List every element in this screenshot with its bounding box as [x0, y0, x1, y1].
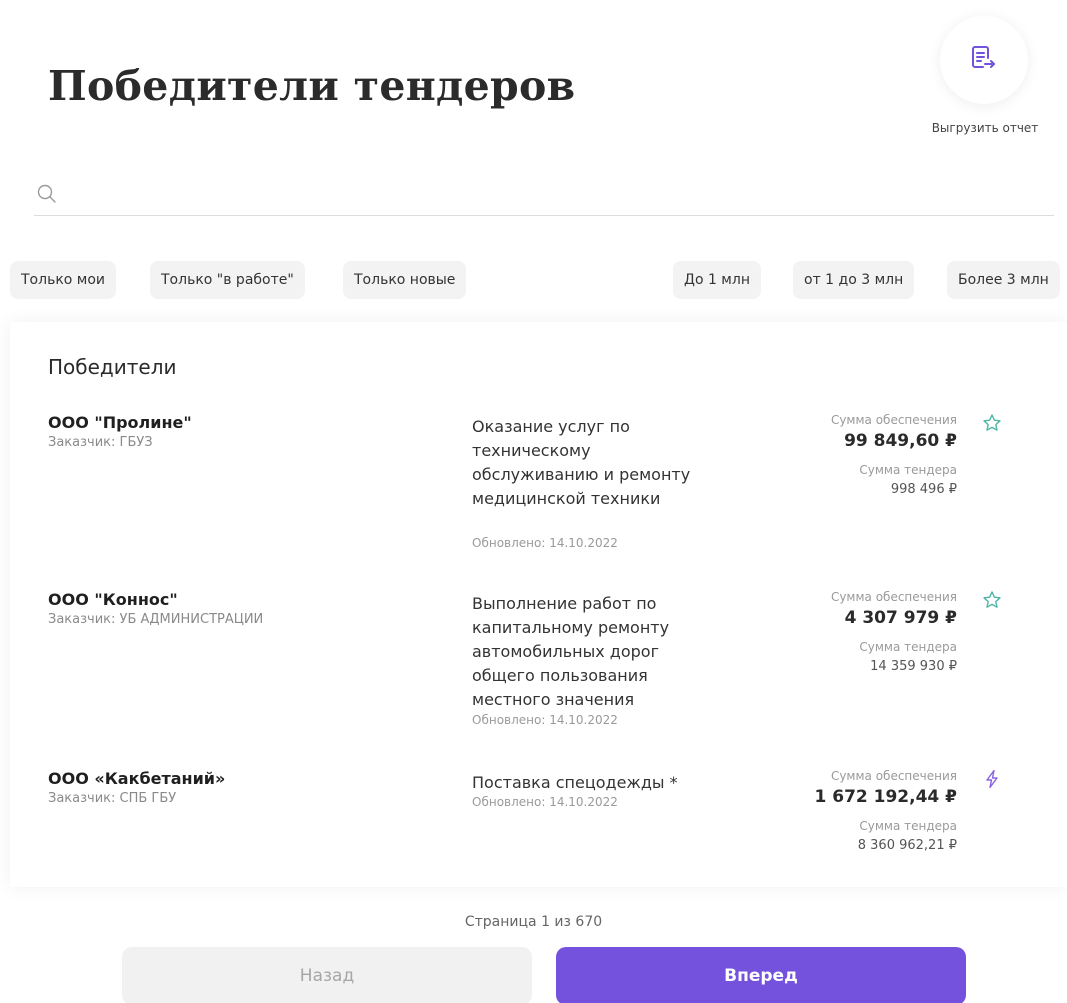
updated-date: Обновлено: 14.10.2022 — [472, 795, 618, 809]
company-name[interactable]: ООО «Какбетаний» — [48, 769, 225, 788]
tender-amount-value: 8 360 962,21 ₽ — [857, 838, 957, 853]
filter-in-progress[interactable]: Только "в работе" — [150, 261, 305, 299]
filter-only-new[interactable]: Только новые — [343, 261, 467, 299]
customer-name: Заказчик: УБ АДМИНИСТРАЦИИ — [48, 612, 264, 627]
tender-amount-label: Сумма тендера — [859, 463, 957, 477]
lightning-icon[interactable] — [982, 769, 1002, 789]
updated-date: Обновлено: 14.10.2022 — [472, 713, 618, 727]
star-icon[interactable] — [982, 413, 1002, 433]
document-export-icon — [971, 44, 997, 76]
search-input[interactable] — [70, 180, 1030, 210]
export-report-button[interactable] — [940, 16, 1028, 104]
tender-amount-label: Сумма тендера — [859, 819, 957, 833]
back-button[interactable]: Назад — [122, 947, 532, 1003]
updated-date: Обновлено: 14.10.2022 — [472, 536, 618, 550]
customer-name: Заказчик: ГБУЗ — [48, 435, 153, 450]
security-amount-label: Сумма обеспечения — [830, 769, 957, 783]
company-name[interactable]: ООО "Коннос" — [48, 590, 178, 609]
security-amount-value: 4 307 979 ₽ — [844, 608, 957, 628]
filter-only-mine[interactable]: Только мои — [10, 261, 117, 299]
filter-over-3m[interactable]: Более 3 млн — [947, 261, 1060, 299]
tender-description: Выполнение работ по капитальному ремонту… — [472, 594, 670, 709]
security-amount-label: Сумма обеспечения — [830, 590, 957, 604]
list-item[interactable]: ООО "Пролине" Заказчик: ГБУЗ Оказание ус… — [10, 413, 1067, 553]
filter-1-to-3m[interactable]: от 1 до 3 млн — [793, 261, 915, 299]
next-button[interactable]: Вперед — [556, 947, 966, 1003]
tender-description: Оказание услуг по техническому обслужива… — [472, 417, 691, 508]
security-amount-label: Сумма обеспечения — [830, 413, 957, 427]
tender-amount-value: 14 359 930 ₽ — [870, 659, 957, 674]
winners-title: Победители — [48, 355, 177, 379]
company-name[interactable]: ООО "Пролине" — [48, 413, 192, 432]
filter-up-to-1m[interactable]: До 1 млн — [673, 261, 761, 299]
list-item[interactable]: ООО "Коннос" Заказчик: УБ АДМИНИСТРАЦИИ … — [10, 590, 1067, 730]
winners-card: Победители ООО "Пролине" Заказчик: ГБУЗ … — [10, 322, 1067, 887]
page-title: Победители тендеров — [48, 62, 576, 110]
tender-description: Поставка спецодежды * — [472, 773, 678, 792]
tender-amount-value: 998 496 ₽ — [890, 482, 957, 497]
list-item[interactable]: ООО «Какбетаний» Заказчик: СПБ ГБУ Поста… — [10, 769, 1067, 879]
search-bar — [34, 180, 1054, 216]
security-amount-value: 99 849,60 ₽ — [844, 431, 957, 451]
tender-amount-label: Сумма тендера — [859, 640, 957, 654]
star-icon[interactable] — [982, 590, 1002, 610]
security-amount-value: 1 672 192,44 ₽ — [814, 787, 958, 807]
search-icon — [36, 183, 58, 209]
export-report-label[interactable]: Выгрузить отчет — [930, 120, 1040, 137]
pagination-info: Страница 1 из 670 — [464, 914, 603, 930]
customer-name: Заказчик: СПБ ГБУ — [48, 791, 177, 806]
